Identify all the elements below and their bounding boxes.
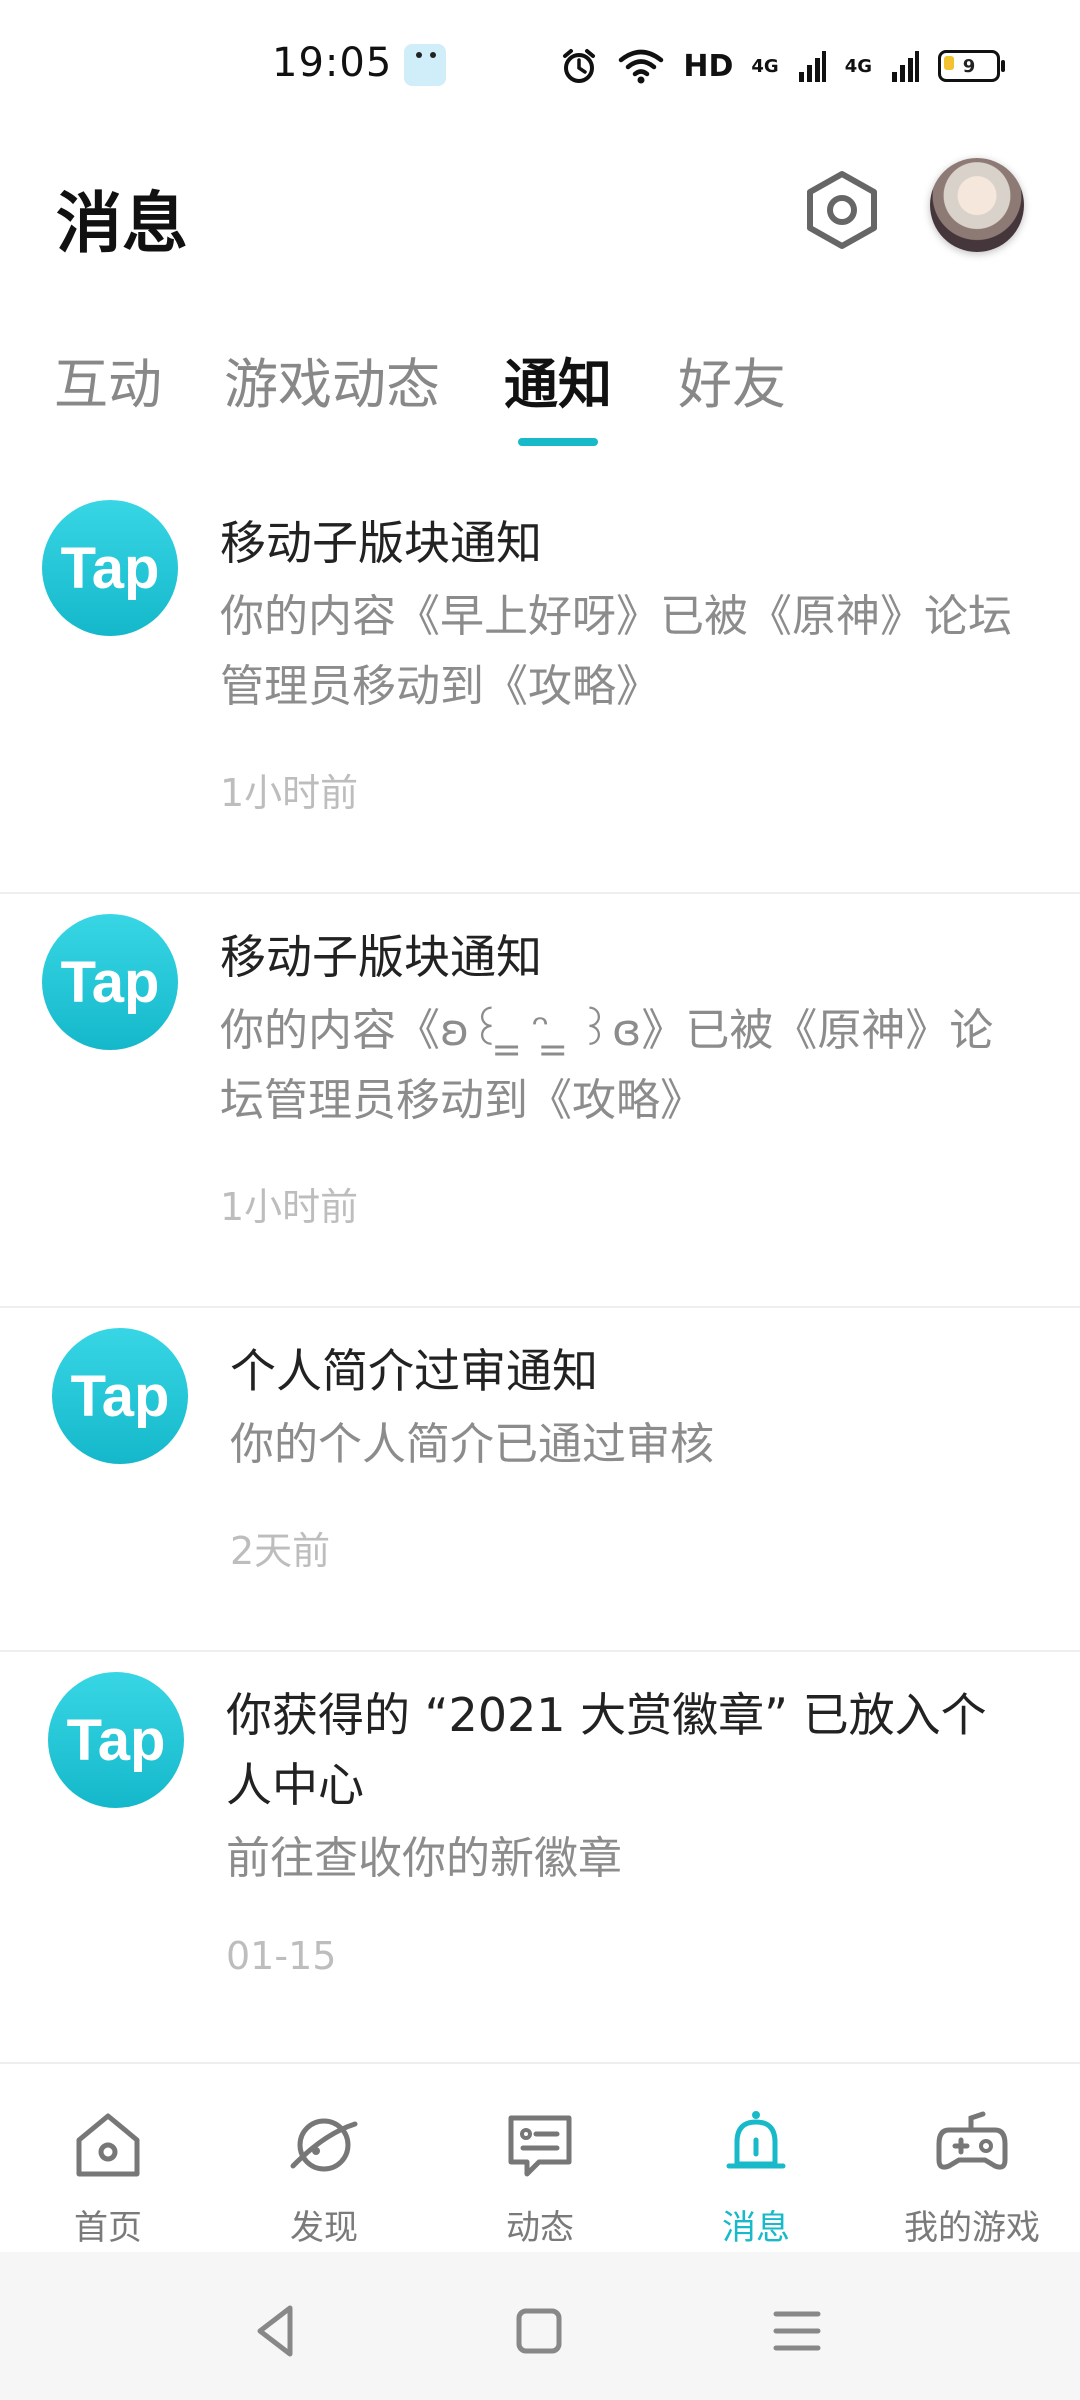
notification-time: 1小时前 xyxy=(220,771,359,815)
notification-time: 01-15 xyxy=(226,1934,337,1978)
notification-description: 你的内容《早上好呀》已被《原神》论坛管理员移动到《攻略》 xyxy=(220,591,1012,712)
notification-title: 你获得的 “2021 大赏徽章” 已放入个人中心 xyxy=(226,1688,987,1812)
tab-interactions[interactable]: 互动 xyxy=(54,340,162,419)
system-navigation-bar xyxy=(0,2252,1080,2400)
user-avatar[interactable] xyxy=(930,158,1024,252)
nav-feed[interactable]: 动态 xyxy=(432,2104,648,2249)
alarm-icon xyxy=(563,49,596,83)
bottom-navigation: 首页 发现 动态 消息 我的游戏 xyxy=(0,2062,1080,2254)
page-header: 消息 xyxy=(0,140,1080,280)
nav-label: 消息 xyxy=(722,2208,790,2248)
settings-hexagon-icon[interactable] xyxy=(800,168,884,252)
home-square-icon[interactable] xyxy=(504,2296,574,2366)
status-time: 19:05 xyxy=(272,40,393,86)
bell-icon xyxy=(726,2111,786,2169)
status-icons: HD 4G 4G 9 xyxy=(559,44,1005,88)
tap-logo-icon: Tap xyxy=(48,1672,184,1808)
messages-page: 19:05 HD 4G 4G 9 消息 互动 游戏动态 通知 好友 Tap 移动… xyxy=(0,0,1080,2400)
tab-game-updates[interactable]: 游戏动态 xyxy=(224,340,440,419)
nav-home[interactable]: 首页 xyxy=(0,2104,216,2249)
notification-description: 前往查收你的新徽章 xyxy=(226,1833,622,1884)
notification-item[interactable]: Tap 你获得的 “2021 大赏徽章” 已放入个人中心 前往查收你的新徽章 0… xyxy=(0,1652,1080,2066)
battery-level: 9 xyxy=(962,55,976,77)
network-4g-label-1: 4G xyxy=(751,55,779,77)
menu-icon[interactable] xyxy=(762,2296,832,2366)
page-title: 消息 xyxy=(56,185,188,262)
notification-content: 你获得的 “2021 大赏徽章” 已放入个人中心 前往查收你的新徽章 01-15 xyxy=(226,1680,1026,1978)
notification-description: 你的内容《ʚ꒰ ̳ ᵔ ̳ ꒱ɞ》已被《原神》论坛管理员移动到《攻略》 xyxy=(220,1005,994,1126)
nav-label: 动态 xyxy=(506,2208,574,2248)
notification-title: 移动子版块通知 xyxy=(220,516,542,570)
back-icon[interactable] xyxy=(242,2296,312,2366)
notification-content: 个人简介过审通知 你的个人简介已通过审核 2天前 xyxy=(230,1336,1030,1575)
nav-label: 我的游戏 xyxy=(904,2208,1040,2248)
nav-label: 发现 xyxy=(290,2208,358,2248)
nav-discover[interactable]: 发现 xyxy=(216,2104,432,2249)
hd-indicator: HD xyxy=(683,48,734,84)
notification-item[interactable]: Tap 移动子版块通知 你的内容《ʚ꒰ ̳ ᵔ ̳ ꒱ɞ》已被《原神》论坛管理员… xyxy=(0,894,1080,1308)
tap-logo-icon: Tap xyxy=(52,1328,188,1464)
signal-icon-1 xyxy=(798,51,826,82)
app-notification-icon xyxy=(404,44,446,86)
notification-list: Tap 移动子版块通知 你的内容《早上好呀》已被《原神》论坛管理员移动到《攻略》… xyxy=(0,480,1080,2066)
tap-logo-icon: Tap xyxy=(42,914,178,1050)
message-tabs: 互动 游戏动态 通知 好友 xyxy=(0,340,1080,450)
notification-title: 个人简介过审通知 xyxy=(230,1344,598,1398)
nav-messages[interactable]: 消息 xyxy=(648,2104,864,2249)
notification-time: 2天前 xyxy=(230,1529,331,1573)
notification-item[interactable]: Tap 移动子版块通知 你的内容《早上好呀》已被《原神》论坛管理员移动到《攻略》… xyxy=(0,480,1080,894)
notification-content: 移动子版块通知 你的内容《ʚ꒰ ̳ ᵔ ̳ ꒱ɞ》已被《原神》论坛管理员移动到《… xyxy=(220,922,1020,1231)
status-bar: 19:05 HD 4G 4G 9 xyxy=(0,0,1080,130)
feed-card-icon xyxy=(508,2115,572,2177)
nav-label: 首页 xyxy=(74,2208,142,2248)
tab-notifications[interactable]: 通知 xyxy=(504,340,612,419)
signal-icon-2 xyxy=(892,51,919,82)
notification-title: 移动子版块通知 xyxy=(220,930,542,984)
notification-time: 1小时前 xyxy=(220,1185,359,1229)
battery-icon: 9 xyxy=(938,50,1005,82)
nav-my-games[interactable]: 我的游戏 xyxy=(864,2104,1080,2249)
notification-description: 你的个人简介已通过审核 xyxy=(230,1419,714,1470)
notification-item[interactable]: Tap 个人简介过审通知 你的个人简介已通过审核 2天前 xyxy=(0,1308,1080,1652)
active-tab-indicator xyxy=(518,438,598,446)
network-4g-label-2: 4G xyxy=(844,55,872,77)
home-icon xyxy=(76,2113,140,2177)
wifi-icon xyxy=(619,49,664,84)
discover-planet-icon xyxy=(290,2118,358,2172)
notification-content: 移动子版块通知 你的内容《早上好呀》已被《原神》论坛管理员移动到《攻略》 1小时… xyxy=(220,508,1020,817)
tab-friends[interactable]: 好友 xyxy=(678,340,786,419)
gamepad-icon xyxy=(936,2111,1008,2170)
tap-logo-icon: Tap xyxy=(42,500,178,636)
